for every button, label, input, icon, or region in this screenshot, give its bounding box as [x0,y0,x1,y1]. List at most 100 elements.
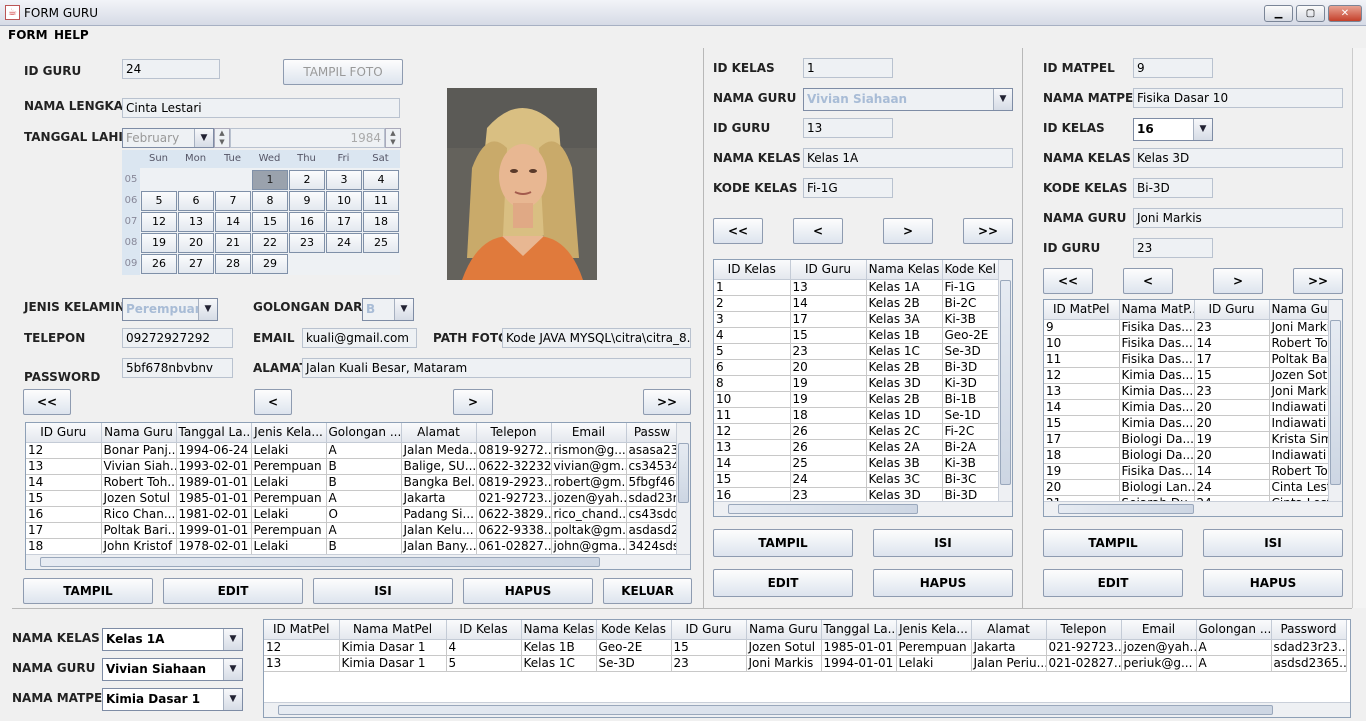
guru-first-button[interactable]: << [23,389,71,415]
table-cell[interactable]: 20 [790,359,867,376]
table-cell[interactable]: Joni Marki [1269,383,1328,400]
calendar-day[interactable]: 29 [252,254,288,274]
chevron-down-icon[interactable]: ▼ [223,659,242,680]
table-cell[interactable]: 021-02827... [1046,655,1122,672]
table-cell[interactable]: 14 [1044,399,1120,416]
table-cell[interactable]: Jozen Sotul [746,639,822,656]
table-cell[interactable]: 18 [1044,447,1120,464]
column-header[interactable]: Passw [626,423,676,443]
table-cell[interactable]: 5fbgf465 [626,474,676,491]
column-header[interactable]: ID Kelas [714,260,791,280]
calendar-day[interactable]: 28 [215,254,251,274]
table-cell[interactable]: Robert Toh... [101,474,177,491]
table-cell[interactable]: 17 [1044,431,1120,448]
scroll-thumb[interactable] [40,557,600,567]
column-header[interactable]: Nama Guru [746,620,822,640]
table-cell[interactable]: Kimia Das... [1119,383,1195,400]
column-header[interactable]: Kode Kelas [596,620,672,640]
calendar-day[interactable]: 26 [141,254,177,274]
guru-last-button[interactable]: >> [643,389,691,415]
table-cell[interactable]: 25 [790,455,867,472]
table-cell[interactable]: Fisika Das... [1119,335,1195,352]
table-row[interactable]: 10 19 Kelas 2B Bi-1B [714,391,998,408]
table-cell[interactable]: 9 [1044,319,1120,336]
calendar-day[interactable]: 13 [178,212,214,232]
matpel-last-button[interactable]: >> [1293,268,1343,294]
guru-prev-button[interactable]: < [254,389,292,415]
table-cell[interactable]: Bi-3D [942,359,998,376]
table-cell[interactable]: 20 [1044,479,1120,496]
table-row[interactable]: 12 Kimia Dasar 1 4 Kelas 1B Geo-2E 15 Jozen So… [264,639,1347,656]
table-row[interactable]: 20 Biologi Lan... 24 Cinta Lest [1044,479,1328,496]
table-cell[interactable]: 26 [790,439,867,456]
matpel-prev-button[interactable]: < [1123,268,1173,294]
table-cell[interactable]: 4 [714,327,791,344]
table-cell[interactable]: Geo-2E [942,327,998,344]
bottom-nama-kelas-combo[interactable]: Kelas 1A ▼ [102,628,243,651]
table-cell[interactable]: Kelas 3C [866,471,943,488]
table-cell[interactable]: robert@gm... [551,474,627,491]
guru-keluar-button[interactable]: KELUAR [603,578,692,604]
table-cell[interactable]: Bangka Bel... [401,474,477,491]
nama-matpel-field[interactable]: Fisika Dasar 10 [1133,88,1343,108]
kelas-table-grid[interactable]: ID Kelas ID Guru Nama Kelas Kode Kel 1 13 Kela… [714,260,998,501]
column-header[interactable]: Kode Kel [942,260,998,280]
table-cell[interactable]: 13 [714,439,791,456]
table-cell[interactable]: Ki-3B [942,455,998,472]
table-cell[interactable]: Cinta Lest [1269,479,1328,496]
table-row[interactable]: 6 20 Kelas 2B Bi-3D [714,359,998,376]
kelas-nama-guru-combo[interactable]: Vivian Siahaan ▼ [803,88,1013,111]
table-cell[interactable]: 20 [1194,447,1270,464]
table-cell[interactable]: 23 [1194,319,1270,336]
guru-next-button[interactable]: > [453,389,493,415]
table-row[interactable]: 1 13 Kelas 1A Fi-1G [714,279,998,296]
table-row[interactable]: 11 Fisika Das... 17 Poltak Bar [1044,351,1328,368]
table-cell[interactable]: Kelas 2A [866,439,943,456]
kelas-table[interactable]: ID Kelas ID Guru Nama Kelas Kode Kel 1 13 Kela… [713,259,1013,517]
table-cell[interactable]: 11 [1044,351,1120,368]
table-cell[interactable]: 15 [714,471,791,488]
table-cell[interactable]: 12 [714,423,791,440]
kelas-kode-field[interactable]: Fi-1G [803,178,893,198]
matpel-table-vscroll[interactable] [1328,300,1342,501]
table-cell[interactable]: Se-1D [942,407,998,424]
table-cell[interactable]: 1993-02-01 [176,458,252,475]
table-cell[interactable]: O [326,506,402,523]
table-cell[interactable]: 1994-01-01 [821,655,897,672]
table-cell[interactable]: 14 [26,474,102,491]
tampil-foto-button[interactable]: TAMPIL FOTO [283,59,403,85]
table-cell[interactable]: 23 [671,655,747,672]
table-cell[interactable]: 4 [446,639,522,656]
chevron-down-icon[interactable]: ▼ [223,689,242,710]
table-cell[interactable]: 3424sds [626,538,676,554]
table-row[interactable]: 18 John Kristof 1978-02-01 Lelaki B Jalan Ban… [26,538,676,554]
table-cell[interactable]: Kelas 2C [866,423,943,440]
calendar-day[interactable]: 12 [141,212,177,232]
table-cell[interactable]: Lelaki [251,538,327,554]
table-cell[interactable]: Jalan Meda... [401,442,477,459]
guru-hapus-button[interactable]: HAPUS [463,578,593,604]
table-cell[interactable]: 15 [1194,367,1270,384]
chevron-down-icon[interactable]: ▼ [223,629,242,650]
table-cell[interactable]: Indiawati [1269,447,1328,464]
chevron-down-icon[interactable]: ▼ [1193,119,1212,140]
month-spinner[interactable]: ▲ ▼ [214,128,230,148]
table-cell[interactable]: Jalan Periu... [971,655,1047,672]
table-cell[interactable]: 13 [1044,383,1120,400]
table-row[interactable]: 17 Poltak Bari... 1999-01-01 Perempuan A Jala… [26,522,676,539]
kelas-tampil-button[interactable]: TAMPIL [713,529,853,557]
table-cell[interactable]: Poltak Bar [1269,351,1328,368]
table-row[interactable]: 16 23 Kelas 3D Bi-3D [714,487,998,501]
column-header[interactable]: Golongan ... [326,423,402,443]
table-cell[interactable]: Bonar Panj... [101,442,177,459]
table-row[interactable]: 14 Robert Toh... 1989-01-01 Lelaki B Bangka B… [26,474,676,491]
table-cell[interactable]: 0622-9338... [476,522,552,539]
table-cell[interactable]: A [326,490,402,507]
table-cell[interactable]: Kimia Das... [1119,399,1195,416]
table-cell[interactable]: Fisika Das... [1119,319,1195,336]
column-header[interactable]: Nama Kelas [521,620,597,640]
table-cell[interactable]: 12 [26,442,102,459]
column-header[interactable]: Nama Gu [1269,300,1328,320]
table-cell[interactable]: rismon@g... [551,442,627,459]
table-cell[interactable]: 0622-3829... [476,506,552,523]
